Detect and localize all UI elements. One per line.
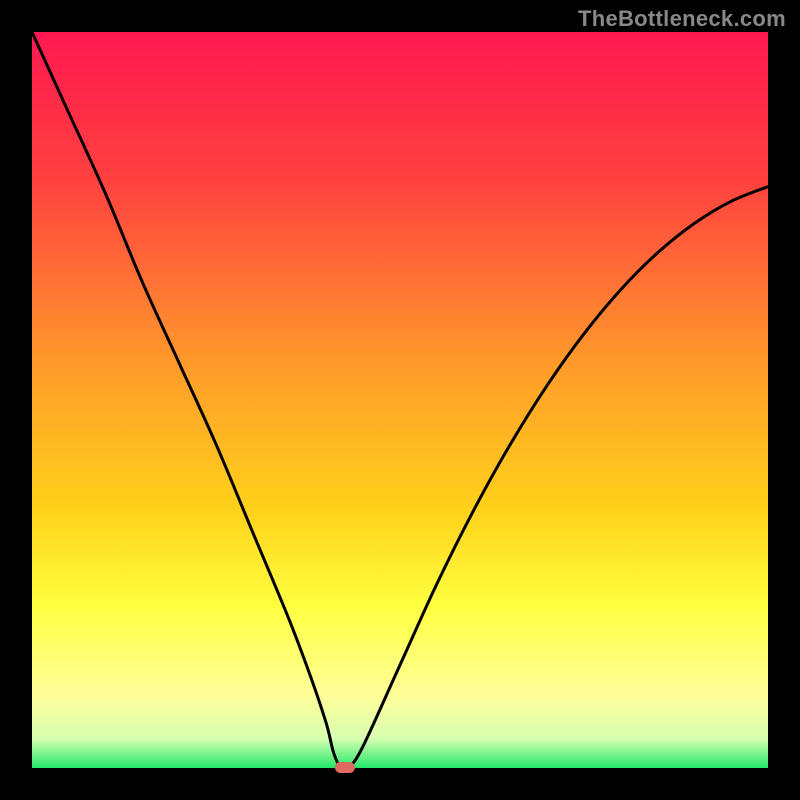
gradient-background — [32, 32, 768, 768]
plot-area — [32, 32, 768, 768]
chart-svg — [32, 32, 768, 768]
watermark-text: TheBottleneck.com — [578, 6, 786, 32]
chart-frame: TheBottleneck.com — [0, 0, 800, 800]
minimum-marker — [335, 762, 355, 773]
